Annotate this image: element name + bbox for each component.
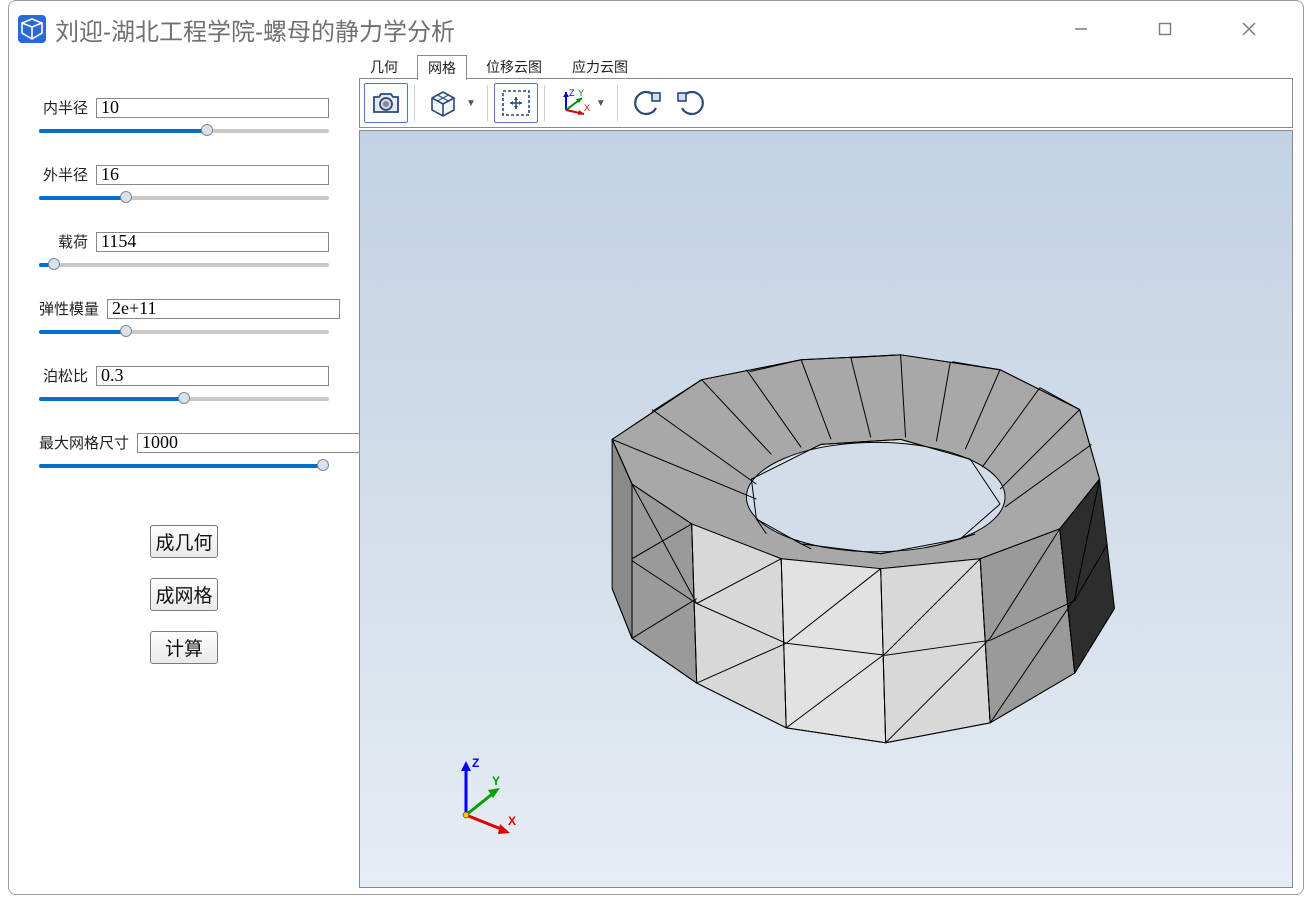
action-button[interactable]: 计算: [150, 631, 218, 664]
param-label: 泊松比: [39, 365, 96, 386]
rotate-ccw-button[interactable]: [624, 83, 668, 123]
content-area: 内半径 外半径 载荷 弹性模量: [9, 57, 1303, 894]
window-controls: [1057, 13, 1297, 45]
svg-text:X: X: [508, 814, 516, 828]
param-group: 泊松比: [39, 365, 329, 406]
svg-text:X: X: [584, 103, 590, 113]
param-label: 最大网格尺寸: [39, 432, 137, 453]
tabs: 几何网格位移云图应力云图: [359, 57, 1303, 79]
param-group: 最大网格尺寸: [39, 432, 329, 473]
tab[interactable]: 网格: [417, 55, 467, 80]
main-area: 几何网格位移云图应力云图 ▼: [359, 57, 1303, 894]
param-input[interactable]: [96, 98, 329, 118]
orientation-triad: Z Y X: [438, 753, 528, 843]
param-label: 载荷: [39, 231, 96, 252]
param-label: 内半径: [39, 97, 96, 118]
viewcube-button[interactable]: ▼: [421, 83, 481, 123]
window-title: 刘迎-湖北工程学院-螺母的静力学分析: [55, 12, 1057, 47]
rotate-cw-button[interactable]: [670, 83, 714, 123]
svg-text:Z: Z: [472, 756, 479, 770]
minimize-button[interactable]: [1057, 13, 1105, 45]
param-label: 外半径: [39, 164, 96, 185]
param-input[interactable]: [96, 165, 329, 185]
maximize-button[interactable]: [1141, 13, 1189, 45]
action-buttons: 成几何成网格计算: [39, 525, 329, 664]
app-icon: [15, 12, 49, 46]
param-slider[interactable]: [39, 323, 329, 339]
action-button[interactable]: 成网格: [150, 578, 218, 611]
fit-view-button[interactable]: [494, 83, 538, 123]
action-button[interactable]: 成几何: [150, 525, 218, 558]
toolbar: ▼ Z: [359, 78, 1293, 128]
param-group: 内半径: [39, 97, 329, 138]
param-slider[interactable]: [39, 390, 329, 406]
param-group: 外半径: [39, 164, 329, 205]
param-slider[interactable]: [39, 189, 329, 205]
tab[interactable]: 位移云图: [475, 54, 553, 79]
param-slider[interactable]: [39, 122, 329, 138]
param-slider[interactable]: [39, 256, 329, 272]
sidebar: 内半径 外半径 载荷 弹性模量: [9, 57, 359, 894]
tab[interactable]: 应力云图: [561, 54, 639, 79]
param-input[interactable]: [107, 299, 340, 319]
titlebar: 刘迎-湖北工程学院-螺母的静力学分析: [9, 1, 1303, 57]
3d-viewport[interactable]: Z Y X: [359, 130, 1293, 888]
chevron-down-icon: ▼: [596, 98, 606, 109]
chevron-down-icon: ▼: [466, 98, 476, 109]
param-input[interactable]: [96, 232, 329, 252]
screenshot-button[interactable]: [364, 83, 408, 123]
param-input[interactable]: [96, 366, 329, 386]
param-label: 弹性模量: [39, 298, 107, 319]
svg-text:Y: Y: [578, 88, 584, 98]
close-button[interactable]: [1225, 13, 1273, 45]
app-window: 刘迎-湖北工程学院-螺母的静力学分析 内半径 外半径: [8, 0, 1304, 895]
param-group: 弹性模量: [39, 298, 329, 339]
svg-text:Y: Y: [492, 774, 500, 788]
param-input[interactable]: [137, 433, 370, 453]
param-group: 载荷: [39, 231, 329, 272]
param-slider[interactable]: [39, 457, 329, 473]
tab[interactable]: 几何: [359, 54, 409, 79]
axes-button[interactable]: Z Y X ▼: [551, 83, 611, 123]
svg-text:Z: Z: [569, 88, 575, 98]
